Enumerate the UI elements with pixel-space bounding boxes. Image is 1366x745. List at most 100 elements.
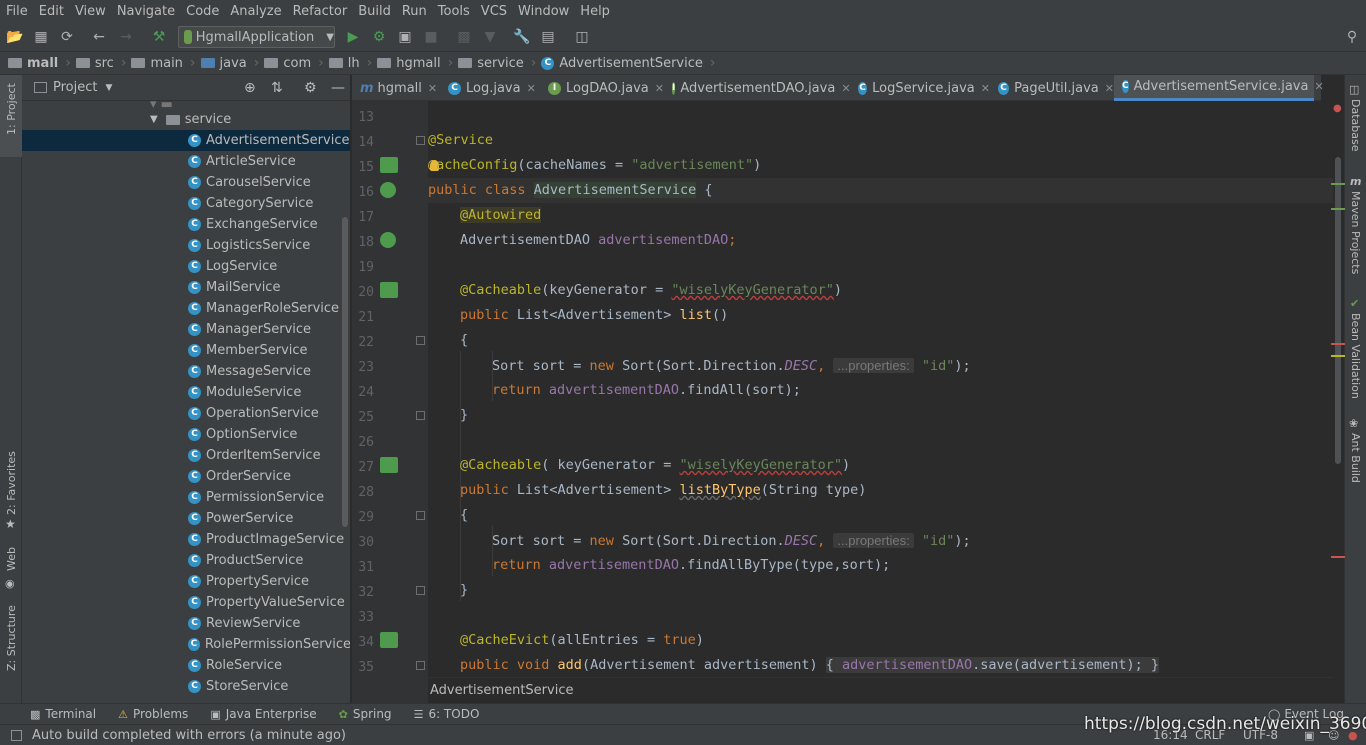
close-icon[interactable]: ✕ <box>527 82 536 95</box>
locate-icon[interactable]: ⊕ <box>244 80 256 96</box>
tree-item-class[interactable]: C RoleService <box>22 655 350 676</box>
tab-advertisementservice[interactable]: C AdvertisementService.java ✕ <box>1114 75 1324 101</box>
tab-logservice[interactable]: C LogService.java ✕ <box>850 75 990 101</box>
tree-item-class[interactable]: C MessageService <box>22 361 350 382</box>
chevron-down-icon[interactable]: ▼ <box>105 83 112 93</box>
collapse-icon[interactable]: ⇅ <box>271 80 283 96</box>
close-icon[interactable]: ✕ <box>655 82 664 95</box>
crumb-advertisementservice[interactable]: C AdvertisementService <box>541 56 703 71</box>
error-marker[interactable] <box>1331 556 1345 558</box>
spring-tab[interactable]: ✿ Spring <box>339 707 392 721</box>
bean-validation-tool-label[interactable]: Bean Validation <box>1349 313 1362 399</box>
tree-item-class[interactable]: C CategoryService <box>22 193 350 214</box>
tab-hgmall[interactable]: m hgmall ✕ <box>352 75 440 101</box>
tab-advertisementdao[interactable]: I AdvertisementDAO.java ✕ <box>664 75 851 101</box>
autowired-icon[interactable] <box>380 232 396 248</box>
crumb-main[interactable]: main <box>131 56 183 71</box>
tree-folder-service[interactable]: ▼ service <box>150 109 231 130</box>
tree-item-class[interactable]: C CarouselService <box>22 172 350 193</box>
tree-item-class[interactable]: C PermissionService <box>22 487 350 508</box>
fold-marker[interactable] <box>416 411 425 420</box>
warning-marker[interactable] <box>1331 183 1345 185</box>
database-tool-label[interactable]: Database <box>1349 99 1362 152</box>
fold-marker[interactable] <box>416 136 425 145</box>
tree-item-class[interactable]: C LogService <box>22 256 350 277</box>
fold-marker[interactable] <box>416 661 425 670</box>
tree-item-class[interactable]: C ArticleService <box>22 151 350 172</box>
warning-marker[interactable] <box>1331 208 1345 210</box>
status-toggle-icon[interactable] <box>11 729 22 741</box>
structure-tool-label[interactable]: Z: Structure <box>5 605 18 671</box>
tree-item-class[interactable]: C PropertyValueService <box>22 592 350 613</box>
tree-item-class[interactable]: C MailService <box>22 277 350 298</box>
menu-build[interactable]: Build <box>352 4 396 19</box>
menu-window[interactable]: Window <box>512 4 574 19</box>
tree-item-class[interactable]: C ProductService <box>22 550 350 571</box>
stop-icon[interactable]: ■ <box>422 28 440 46</box>
spring-bean-icon[interactable] <box>380 182 396 198</box>
tree-item-class[interactable]: C ExchangeService <box>22 214 350 235</box>
settings-wrench-icon[interactable]: 🔧 <box>513 28 531 46</box>
tree-item-class[interactable]: C OrderItemService <box>22 445 350 466</box>
tree-item-class[interactable]: C OrderService <box>22 466 350 487</box>
maven-tool-label[interactable]: Maven Projects <box>1349 191 1362 274</box>
bean-icon[interactable] <box>380 157 398 173</box>
structure-icon[interactable]: ▤ <box>539 28 557 46</box>
save-icon[interactable]: ▦ <box>32 28 50 46</box>
error-marker[interactable] <box>1331 343 1345 345</box>
gear-icon[interactable]: ⚙ <box>304 80 317 96</box>
menu-help[interactable]: Help <box>574 4 615 19</box>
menu-run[interactable]: Run <box>396 4 432 19</box>
favorites-tool-label[interactable]: 2: Favorites <box>5 451 18 515</box>
project-panel-title[interactable]: Project <box>53 80 97 95</box>
warning-marker[interactable] <box>1331 355 1345 357</box>
close-icon[interactable]: ✕ <box>1105 82 1114 95</box>
debug-icon[interactable]: ⚙ <box>370 28 388 46</box>
code-editor[interactable]: @Service @acheConfig(cacheNames = "adver… <box>428 101 1333 677</box>
terminal-tab[interactable]: ▩ Terminal <box>30 707 96 721</box>
open-folder-icon[interactable]: 📂 <box>6 28 24 46</box>
tree-item-class[interactable]: C ManagerService <box>22 319 350 340</box>
tree-item-class[interactable]: C ModuleService <box>22 382 350 403</box>
hide-icon[interactable]: — <box>331 80 345 96</box>
search-icon[interactable]: ⚲ <box>1343 28 1361 46</box>
status-message[interactable]: Auto build completed with errors (a minu… <box>32 728 346 743</box>
sdk-icon[interactable]: ▼ <box>481 28 499 46</box>
crumb-hgmall[interactable]: hgmall <box>377 56 441 71</box>
cache-icon[interactable] <box>380 282 398 298</box>
menu-navigate[interactable]: Navigate <box>111 4 180 19</box>
tree-item-class[interactable]: C OptionService <box>22 424 350 445</box>
crumb-src[interactable]: src <box>75 56 114 71</box>
menu-analyze[interactable]: Analyze <box>224 4 286 19</box>
fold-marker[interactable] <box>416 336 425 345</box>
fold-marker[interactable] <box>416 586 425 595</box>
crumb-com[interactable]: com <box>264 56 311 71</box>
editor-scrollbar[interactable]: ● <box>1333 101 1344 677</box>
crumb-lh[interactable]: lh <box>328 56 360 71</box>
project-scrollbar[interactable] <box>342 217 348 527</box>
code-breadcrumb[interactable]: AdvertisementService <box>428 677 1333 703</box>
menu-edit[interactable]: Edit <box>33 4 69 19</box>
menu-file[interactable]: File <box>0 4 33 19</box>
java-enterprise-tab[interactable]: ▣ Java Enterprise <box>210 707 316 721</box>
todo-tab[interactable]: ☰ 6: TODO <box>414 707 480 721</box>
problems-tab[interactable]: ⚠ Problems <box>118 707 188 721</box>
menu-view[interactable]: View <box>69 4 111 19</box>
tab-pageutil[interactable]: C PageUtil.java ✕ <box>990 75 1114 101</box>
forward-arrow-icon[interactable]: → <box>117 28 135 46</box>
cache-evict-icon[interactable] <box>380 632 398 648</box>
tree-item-class[interactable]: C StoreService <box>22 676 350 697</box>
tree-item-class[interactable]: C ReviewService <box>22 613 350 634</box>
ant-build-tool-label[interactable]: Ant Build <box>1349 433 1362 483</box>
close-icon[interactable]: ✕ <box>428 82 437 95</box>
tree-item-class[interactable]: C PropertyService <box>22 571 350 592</box>
back-arrow-icon[interactable]: ← <box>90 28 108 46</box>
close-icon[interactable]: ✕ <box>981 82 990 95</box>
close-icon[interactable]: ✕ <box>1314 80 1323 93</box>
tree-item-class[interactable]: C RolePermissionService <box>22 634 350 655</box>
tab-log[interactable]: C Log.java ✕ <box>440 75 540 101</box>
tree-item-class[interactable]: C ProductImageService <box>22 529 350 550</box>
crumb-mall[interactable]: mall <box>8 56 58 71</box>
project-structure-icon[interactable]: ▩ <box>455 28 473 46</box>
coverage-icon[interactable]: ▣ <box>396 28 414 46</box>
